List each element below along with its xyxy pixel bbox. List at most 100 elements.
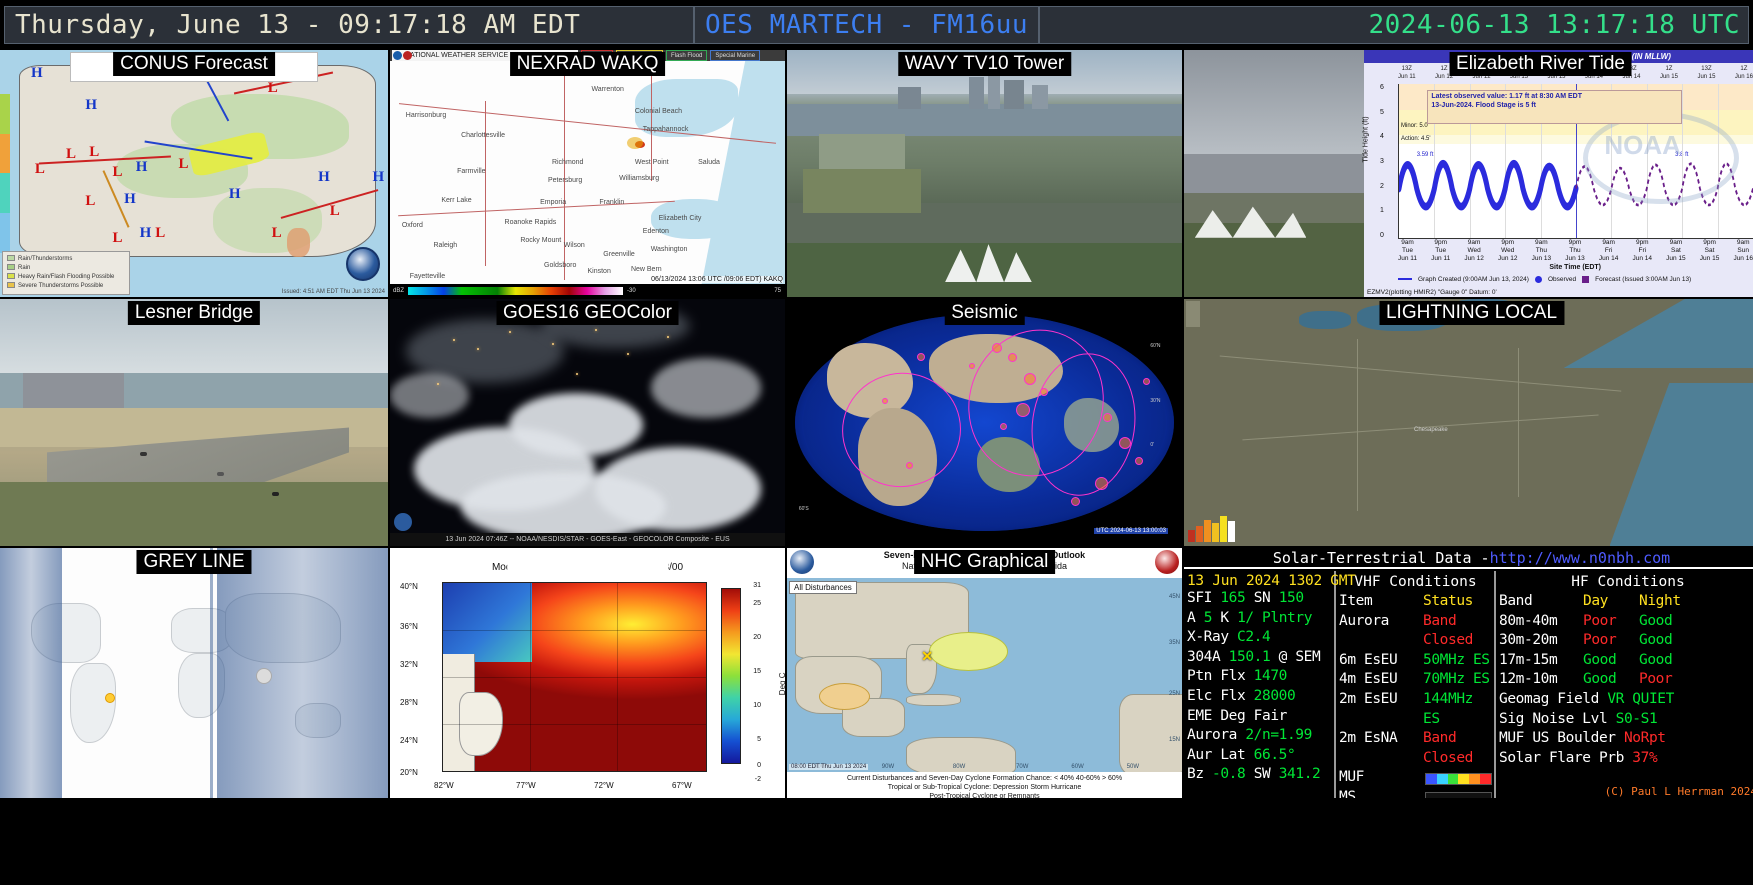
hf-col-night: Night [1639,593,1681,609]
panel-wavy-tower-cam[interactable]: WAVY TV10 Tower [787,50,1182,297]
tide-bottom-tick: 9am Sun Jun 16 [1733,239,1753,262]
panel-solar-terrestrial-data[interactable]: Solar-Terrestrial Data - http://www.n0nb… [1184,548,1753,798]
city-label: Warrenton [591,85,624,93]
lightning-map-image: Chesapeake [1184,299,1753,546]
label-sn: SN [1253,590,1271,606]
tide-legend-forecast: Forecast (Issued 3:00AM Jun 13) [1595,275,1692,283]
all-disturbances-button[interactable]: All Disturbances [789,581,857,594]
city-label: Fayetteville [409,272,446,280]
nhc-outlook-image: Seven-Day Graphical Tropical Weather Out… [787,548,1182,798]
tide-bottom-tick: 9am Sat Jun 15 [1666,239,1686,262]
city-label: Goldsboro [544,261,577,269]
label-elc-flx: Elc Flx [1187,687,1246,704]
panel-conus-forecast[interactable]: H H L L L H L L H H L H H L L L H L L Ra… [0,50,388,297]
panel-nhc-graphical[interactable]: Seven-Day Graphical Tropical Weather Out… [787,548,1182,798]
sst-y-tick: 40°N [400,582,418,591]
nhc-grid-label: 45N [1168,593,1180,600]
conus-color-strip [0,94,10,253]
solar-gmt-timestamp: 13 Jun 2024 1302 GMT [1187,573,1356,589]
value-304a: 150.1 [1228,648,1271,665]
panel-nexrad-radar[interactable]: NATIONAL WEATHER SERVICE Tornado Thunder… [390,50,785,297]
label-sig-noise-lvl: Sig Noise Lvl [1499,710,1608,727]
tide-y-tick: 5 [1380,108,1384,116]
sst-cbar-tick: 10 [753,702,761,709]
nhc-footer-line3: Post-Tropical Cyclone or Remnants [929,793,1040,798]
city-label: Kerr Lake [441,197,472,205]
value-muf-us-boulder: NoRpt [1623,730,1666,747]
solar-title-bar: Solar-Terrestrial Data - http://www.n0nb… [1184,548,1753,569]
value-geomag-field: VR QUIET [1607,690,1674,707]
solar-source-url[interactable]: http://www.n0nbh.com [1490,549,1671,567]
value-solar-flare-prb: 37% [1632,749,1658,766]
city-label: Edenton [642,228,669,236]
sst-cbar-tick: 25 [753,600,761,607]
seismic-grid-label: 0' [1150,442,1155,449]
panel-seasurface-temp[interactable]: NCOM SST — Atlantic Coast Model run:2024… [390,548,785,798]
panel-goes16-geocolor[interactable]: 13 Jun 2024 07:46Z -- NOAA/NESDIS/STAR -… [390,299,785,546]
city-label: Richmond [551,159,584,167]
panel-grey-line[interactable]: = timenoddate GREY LINE [0,548,388,798]
vhf-item: 4m EsEU [1339,671,1398,688]
seismic-timestamp: UTC 2024-06-13 13:00:03 [1094,528,1168,534]
city-label: Washington [650,246,688,254]
hf-band: 30m-20m [1499,632,1558,649]
muf-label: MUF [1339,769,1364,786]
value-xray: C2.4 [1237,629,1271,646]
greyline-map-image: = timenoddate [0,548,388,798]
tide-bottom-tick: 9am Thu Jun 13 [1531,239,1552,262]
utc-time-display: 2024-06-13 13:17:18 UTC [1039,6,1749,44]
value-elc-flx: 28000 [1253,687,1296,704]
vhf-item: 2m EsEU [1339,690,1398,707]
tide-legend-observed: Observed [1547,275,1577,283]
muf-color-bar [1425,772,1492,785]
city-label: Charlottesville [461,132,506,140]
tide-y-tick: 3 [1380,157,1384,165]
panel-grid: H H L L L H L L H H L H H L L L H L L Ra… [0,50,1753,885]
panel-elizabeth-river-tide[interactable]: ELIZABETH RIVER AT THE MIDTOWN TUNNEL (I… [1184,50,1753,297]
hf-conditions-column: HF Conditions Band Day Night 80m-40m Poor Go… [1496,571,1753,798]
panel-lesner-bridge-cam[interactable]: Lesner Bridge [0,299,388,546]
dbz-label: dBZ [393,287,405,294]
tide-y-tick: 4 [1380,133,1384,141]
nhc-grid-label: 15N [1168,737,1180,744]
tide-top-tick: 13Z Jun 15 [1697,66,1716,80]
vhf-conditions-column: VHF Conditions Item Status Aurora Band Clo… [1336,571,1496,798]
sst-y-tick: 28°N [400,698,418,707]
nhc-grid-label: 80W [952,764,966,770]
sst-cbar-tick: 5 [757,736,761,743]
local-time-display: Thursday, June 13 - 09:17:18 AM EDT [4,6,694,44]
sst-cbar-tick: 31 [753,582,761,589]
panel-caption-nhc: NHC Graphical [913,550,1056,574]
status-bar: Thursday, June 13 - 09:17:18 AM EDT OES … [0,0,1753,50]
moon-icon [256,668,273,684]
panel-lightning-local[interactable]: Chesapeake LIGHTNING LOCAL [1184,299,1753,546]
panel-caption-tide: Elizabeth River Tide [1449,52,1632,76]
lightning-intensity-bars [1188,516,1235,542]
label-geomag-field: Geomag Field [1499,690,1599,707]
tide-callout-line1: Latest observed value: 1.17 ft at 8:30 A… [1431,93,1582,101]
sst-chart-image: NCOM SST — Atlantic Coast Model run:2024… [390,548,785,798]
solar-columns: 13 Jun 2024 1302 GMT SFI 165 SN 150 A 5 … [1184,571,1753,798]
city-label: Emporia [540,199,567,207]
sst-plot-area [442,582,707,772]
seismic-grid-label: 60'S [798,506,809,513]
city-label: Wilson [563,241,585,249]
dbz-tick-max: 75 [774,287,781,294]
tide-y-tick: 1 [1380,207,1384,215]
solar-title: Solar-Terrestrial Data - [1272,548,1490,567]
lesner-webcam-image [0,299,388,546]
alert-flash-flood-button[interactable]: Flash Flood [666,50,708,61]
nhc-grid-label: 90W [881,764,895,770]
tide-x-axis-label: Site Time (EDT) [1549,264,1601,271]
hf-day: Poor [1583,632,1617,649]
nhc-seal-icon [1155,550,1179,574]
nhc-footer: Current Disturbances and Seven-Day Cyclo… [787,772,1182,798]
tide-chart: ELIZABETH RIVER AT THE MIDTOWN TUNNEL (I… [1363,50,1753,297]
nhc-footer-line1: Current Disturbances and Seven-Day Cyclo… [846,775,1123,782]
tide-legend-created: Graph Created (9:00AM Jun 13, 2024) [1418,275,1529,283]
vhf-col-status: Status [1423,593,1473,609]
goes16-satellite-image: 13 Jun 2024 07:46Z -- NOAA/NESDIS/STAR -… [390,299,785,546]
panel-seismic-map[interactable]: UTC 2024-06-13 13:00:03 60'S 60'N 30'N 0… [787,299,1182,546]
label-sfi: SFI [1187,590,1212,606]
alert-special-marine-button[interactable]: Special Marine [710,50,761,61]
